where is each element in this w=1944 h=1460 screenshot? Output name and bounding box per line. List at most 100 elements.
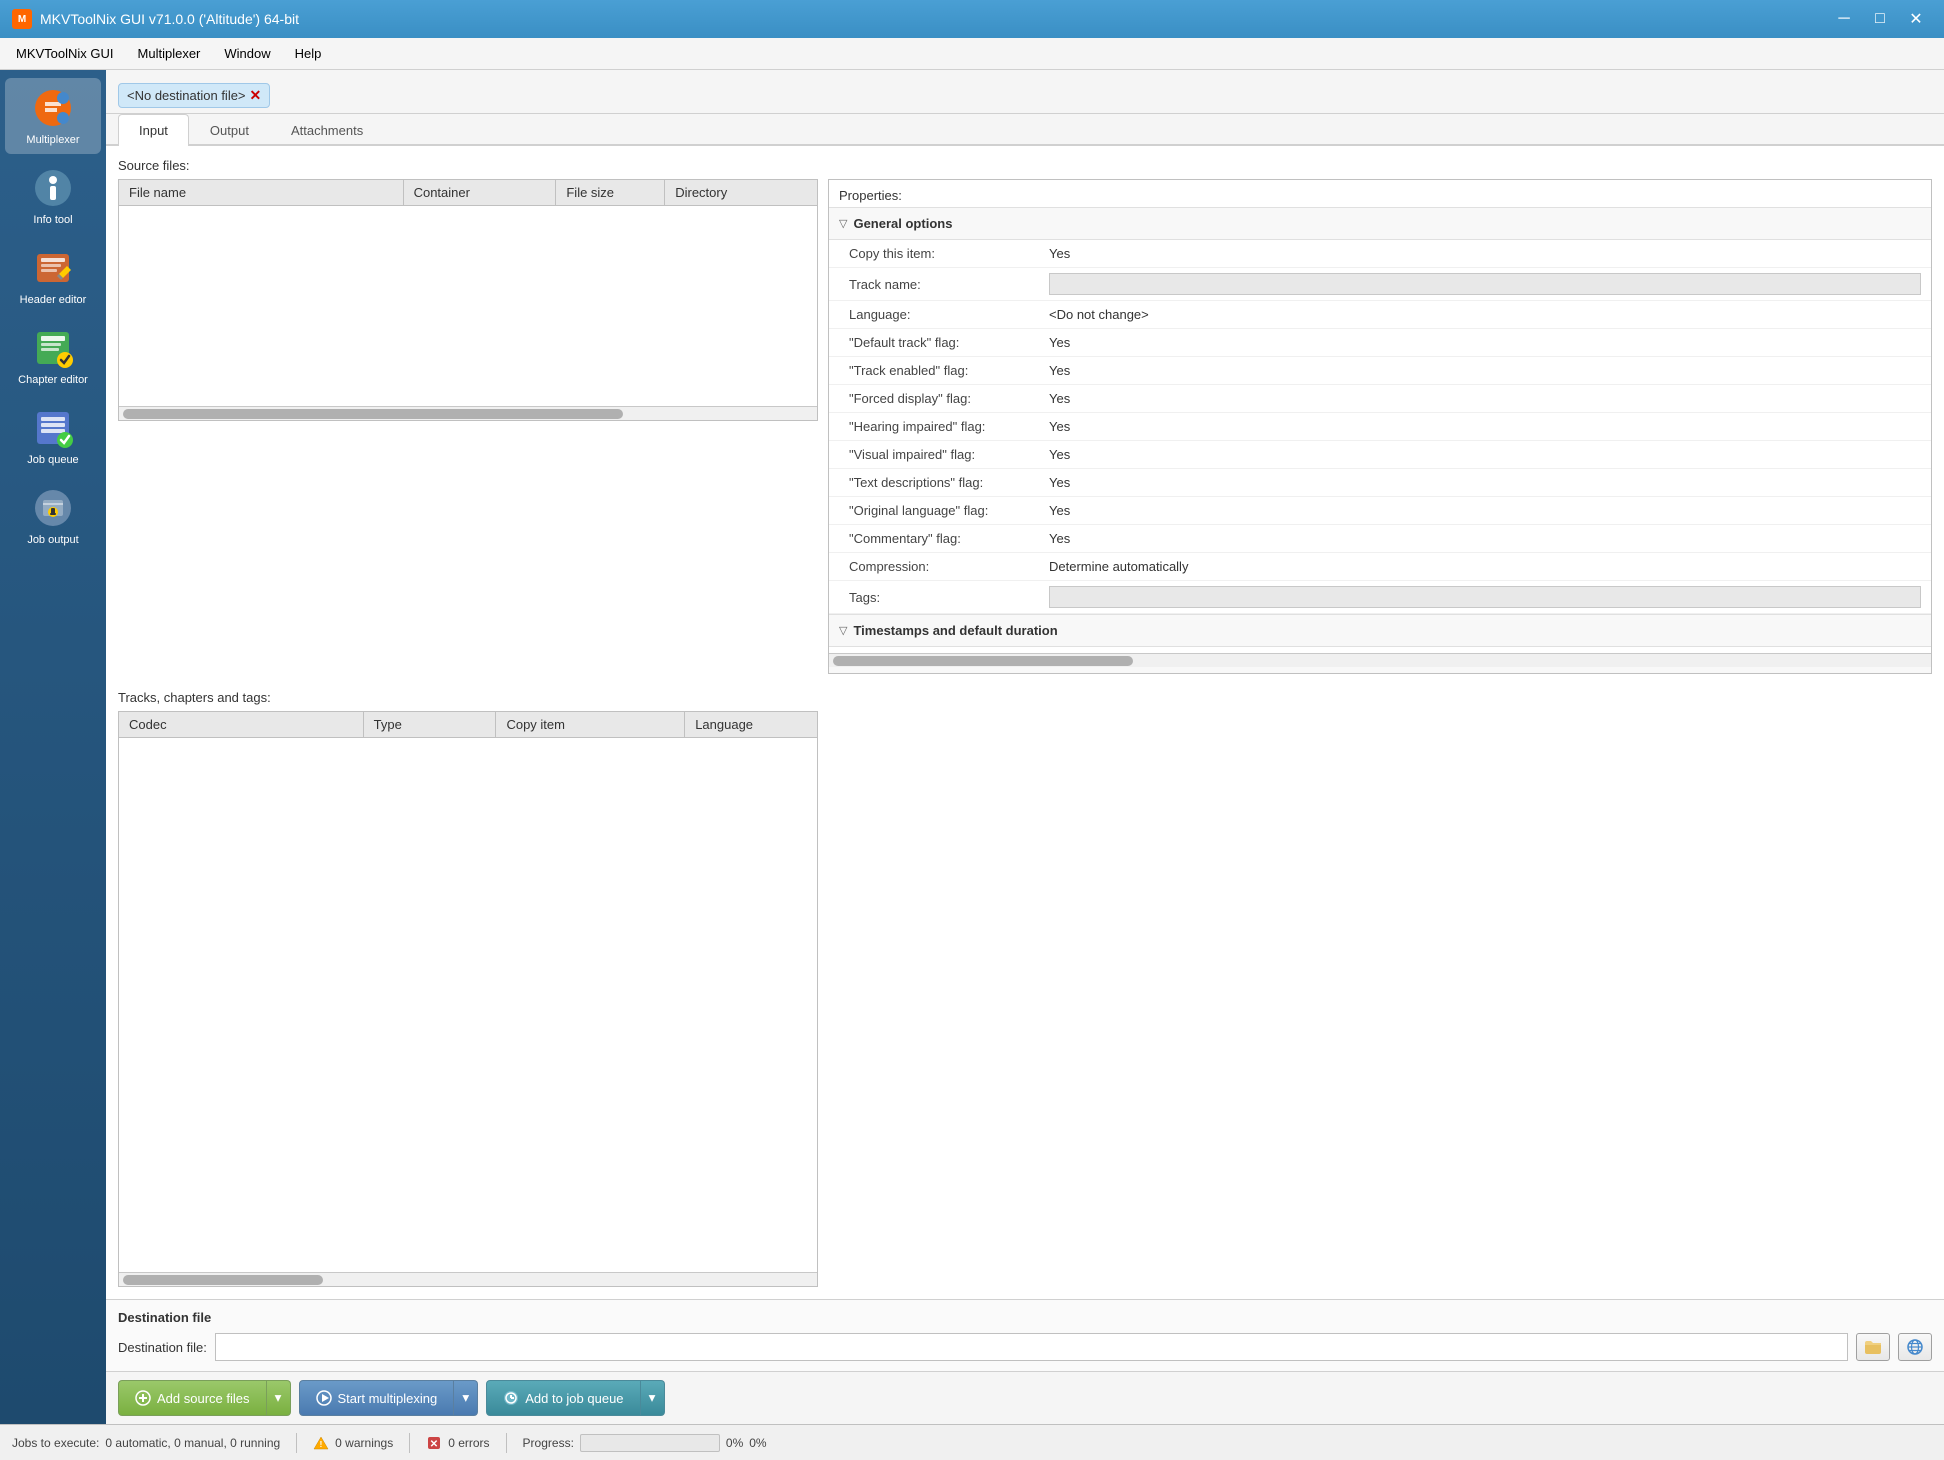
jobs-segment: Jobs to execute: 0 automatic, 0 manual, … <box>12 1436 280 1450</box>
progress-container: Progress: 0% 0% <box>523 1434 1932 1452</box>
timestamps-header[interactable]: ▽ Timestamps and default duration <box>829 614 1931 647</box>
prop-tags-label: Tags: <box>849 590 1049 605</box>
prop-default-track: "Default track" flag: Yes <box>829 329 1931 357</box>
prop-default-track-label: "Default track" flag: <box>849 335 1049 350</box>
maximize-button[interactable]: □ <box>1864 5 1896 33</box>
sidebar: Multiplexer Info tool <box>0 70 106 1424</box>
col-directory: Directory <box>665 180 817 205</box>
sidebar-item-job-queue[interactable]: Job queue <box>5 398 101 474</box>
col-codec: Codec <box>119 712 364 737</box>
tracks-left-panel: Tracks, chapters and tags: Codec Type Co… <box>118 684 818 1287</box>
source-scrollbar-h[interactable] <box>119 406 817 420</box>
sidebar-label-info-tool: Info tool <box>33 214 72 226</box>
destination-tag-text: <No destination file> <box>127 88 246 103</box>
prop-track-name-label: Track name: <box>849 277 1049 292</box>
info-tool-icon <box>31 166 75 210</box>
prop-copy-item-value: Yes <box>1049 246 1921 261</box>
prop-hearing-impaired: "Hearing impaired" flag: Yes <box>829 413 1931 441</box>
prop-language-value: <Do not change> <box>1049 307 1921 322</box>
sidebar-item-multiplexer[interactable]: Multiplexer <box>5 78 101 154</box>
tab-output[interactable]: Output <box>189 114 270 146</box>
add-queue-button[interactable]: Add to job queue <box>486 1380 640 1416</box>
prop-original-language-label: "Original language" flag: <box>849 503 1049 518</box>
timestamps-title: Timestamps and default duration <box>853 623 1057 638</box>
menu-window[interactable]: Window <box>212 42 282 65</box>
prop-copy-item: Copy this item: Yes <box>829 240 1931 268</box>
prop-default-track-value: Yes <box>1049 335 1921 350</box>
folder-icon <box>1864 1338 1882 1356</box>
prop-forced-display: "Forced display" flag: Yes <box>829 385 1931 413</box>
menu-help[interactable]: Help <box>283 42 334 65</box>
close-button[interactable]: ✕ <box>1900 5 1932 33</box>
minimize-button[interactable]: ─ <box>1828 5 1860 33</box>
sidebar-label-job-queue: Job queue <box>27 454 78 466</box>
sidebar-label-job-output: Job output <box>27 534 78 546</box>
prop-track-enabled-label: "Track enabled" flag: <box>849 363 1049 378</box>
progress-bar <box>580 1434 720 1452</box>
prop-copy-item-label: Copy this item: <box>849 246 1049 261</box>
prop-hearing-impaired-label: "Hearing impaired" flag: <box>849 419 1049 434</box>
timestamps-body <box>829 653 1931 673</box>
sidebar-item-info-tool[interactable]: Info tool <box>5 158 101 234</box>
play-icon <box>316 1390 332 1406</box>
content-area: <No destination file> ✕ Input Output Att… <box>106 70 1944 1424</box>
menu-multiplexer[interactable]: Multiplexer <box>126 42 213 65</box>
warnings-segment: ! 0 warnings <box>313 1435 393 1451</box>
sidebar-item-header-editor[interactable]: Header editor <box>5 238 101 314</box>
general-options-header[interactable]: ▽ General options <box>829 208 1931 240</box>
prop-text-descriptions: "Text descriptions" flag: Yes <box>829 469 1931 497</box>
prop-compression-label: Compression: <box>849 559 1049 574</box>
menu-bar: MKVToolNix GUI Multiplexer Window Help <box>0 38 1944 70</box>
col-language: Language <box>685 712 817 737</box>
destination-section: Destination file Destination file: <box>106 1299 1944 1371</box>
sidebar-label-header-editor: Header editor <box>20 294 87 306</box>
start-mux-dropdown[interactable]: ▾ <box>454 1380 478 1416</box>
job-queue-icon <box>31 406 75 450</box>
destination-input[interactable] <box>215 1333 1848 1361</box>
title-bar: M MKVToolNix GUI v71.0.0 ('Altitude') 64… <box>0 0 1944 38</box>
prop-original-language: "Original language" flag: Yes <box>829 497 1931 525</box>
general-options-title: General options <box>853 216 952 231</box>
add-source-dropdown[interactable]: ▾ <box>267 1380 291 1416</box>
sidebar-item-chapter-editor[interactable]: Chapter editor <box>5 318 101 394</box>
app-icon: M <box>12 9 32 29</box>
prop-tags-input[interactable] <box>1049 586 1921 608</box>
destination-browse-btn[interactable] <box>1856 1333 1890 1361</box>
prop-track-name: Track name: <box>829 268 1931 301</box>
tracks-label: Tracks, chapters and tags: <box>118 690 818 705</box>
status-sep-3 <box>506 1433 507 1453</box>
general-options-triangle: ▽ <box>839 217 847 230</box>
destination-close-btn[interactable]: ✕ <box>250 87 262 104</box>
prop-language: Language: <Do not change> <box>829 301 1931 329</box>
add-source-group: Add source files ▾ <box>118 1380 291 1416</box>
destination-bar: <No destination file> ✕ <box>106 70 1944 114</box>
add-source-button[interactable]: Add source files <box>118 1380 267 1416</box>
source-files-header: File name Container File size Directory <box>119 180 817 206</box>
tab-attachments[interactable]: Attachments <box>270 114 384 146</box>
prop-commentary: "Commentary" flag: Yes <box>829 525 1931 553</box>
sidebar-item-job-output[interactable]: Job output <box>5 478 101 554</box>
destination-row-label: Destination file: <box>118 1340 207 1355</box>
warnings-value: 0 warnings <box>335 1436 393 1450</box>
prop-visual-impaired: "Visual impaired" flag: Yes <box>829 441 1931 469</box>
queue-icon <box>503 1390 519 1406</box>
col-type: Type <box>364 712 497 737</box>
destination-tag: <No destination file> ✕ <box>118 83 270 108</box>
prop-track-enabled-value: Yes <box>1049 363 1921 378</box>
errors-value: 0 errors <box>448 1436 489 1450</box>
prop-compression-value: Determine automatically <box>1049 559 1921 574</box>
add-queue-dropdown[interactable]: ▾ <box>641 1380 665 1416</box>
menu-mkvtoolnix[interactable]: MKVToolNix GUI <box>4 42 126 65</box>
status-bar: Jobs to execute: 0 automatic, 0 manual, … <box>0 1424 1944 1460</box>
properties-panel: ▽ General options Copy this item: Yes Tr… <box>829 208 1931 673</box>
prop-language-label: Language: <box>849 307 1049 322</box>
tracks-scrollbar-h[interactable] <box>119 1272 817 1286</box>
errors-segment: ✕ 0 errors <box>426 1435 489 1451</box>
progress-value: 0% <box>726 1436 743 1450</box>
start-mux-button[interactable]: Start multiplexing <box>299 1380 455 1416</box>
tab-input[interactable]: Input <box>118 114 189 146</box>
destination-clear-btn[interactable] <box>1898 1333 1932 1361</box>
prop-track-name-input[interactable] <box>1049 273 1921 295</box>
chapter-editor-icon <box>31 326 75 370</box>
job-output-icon <box>31 486 75 530</box>
